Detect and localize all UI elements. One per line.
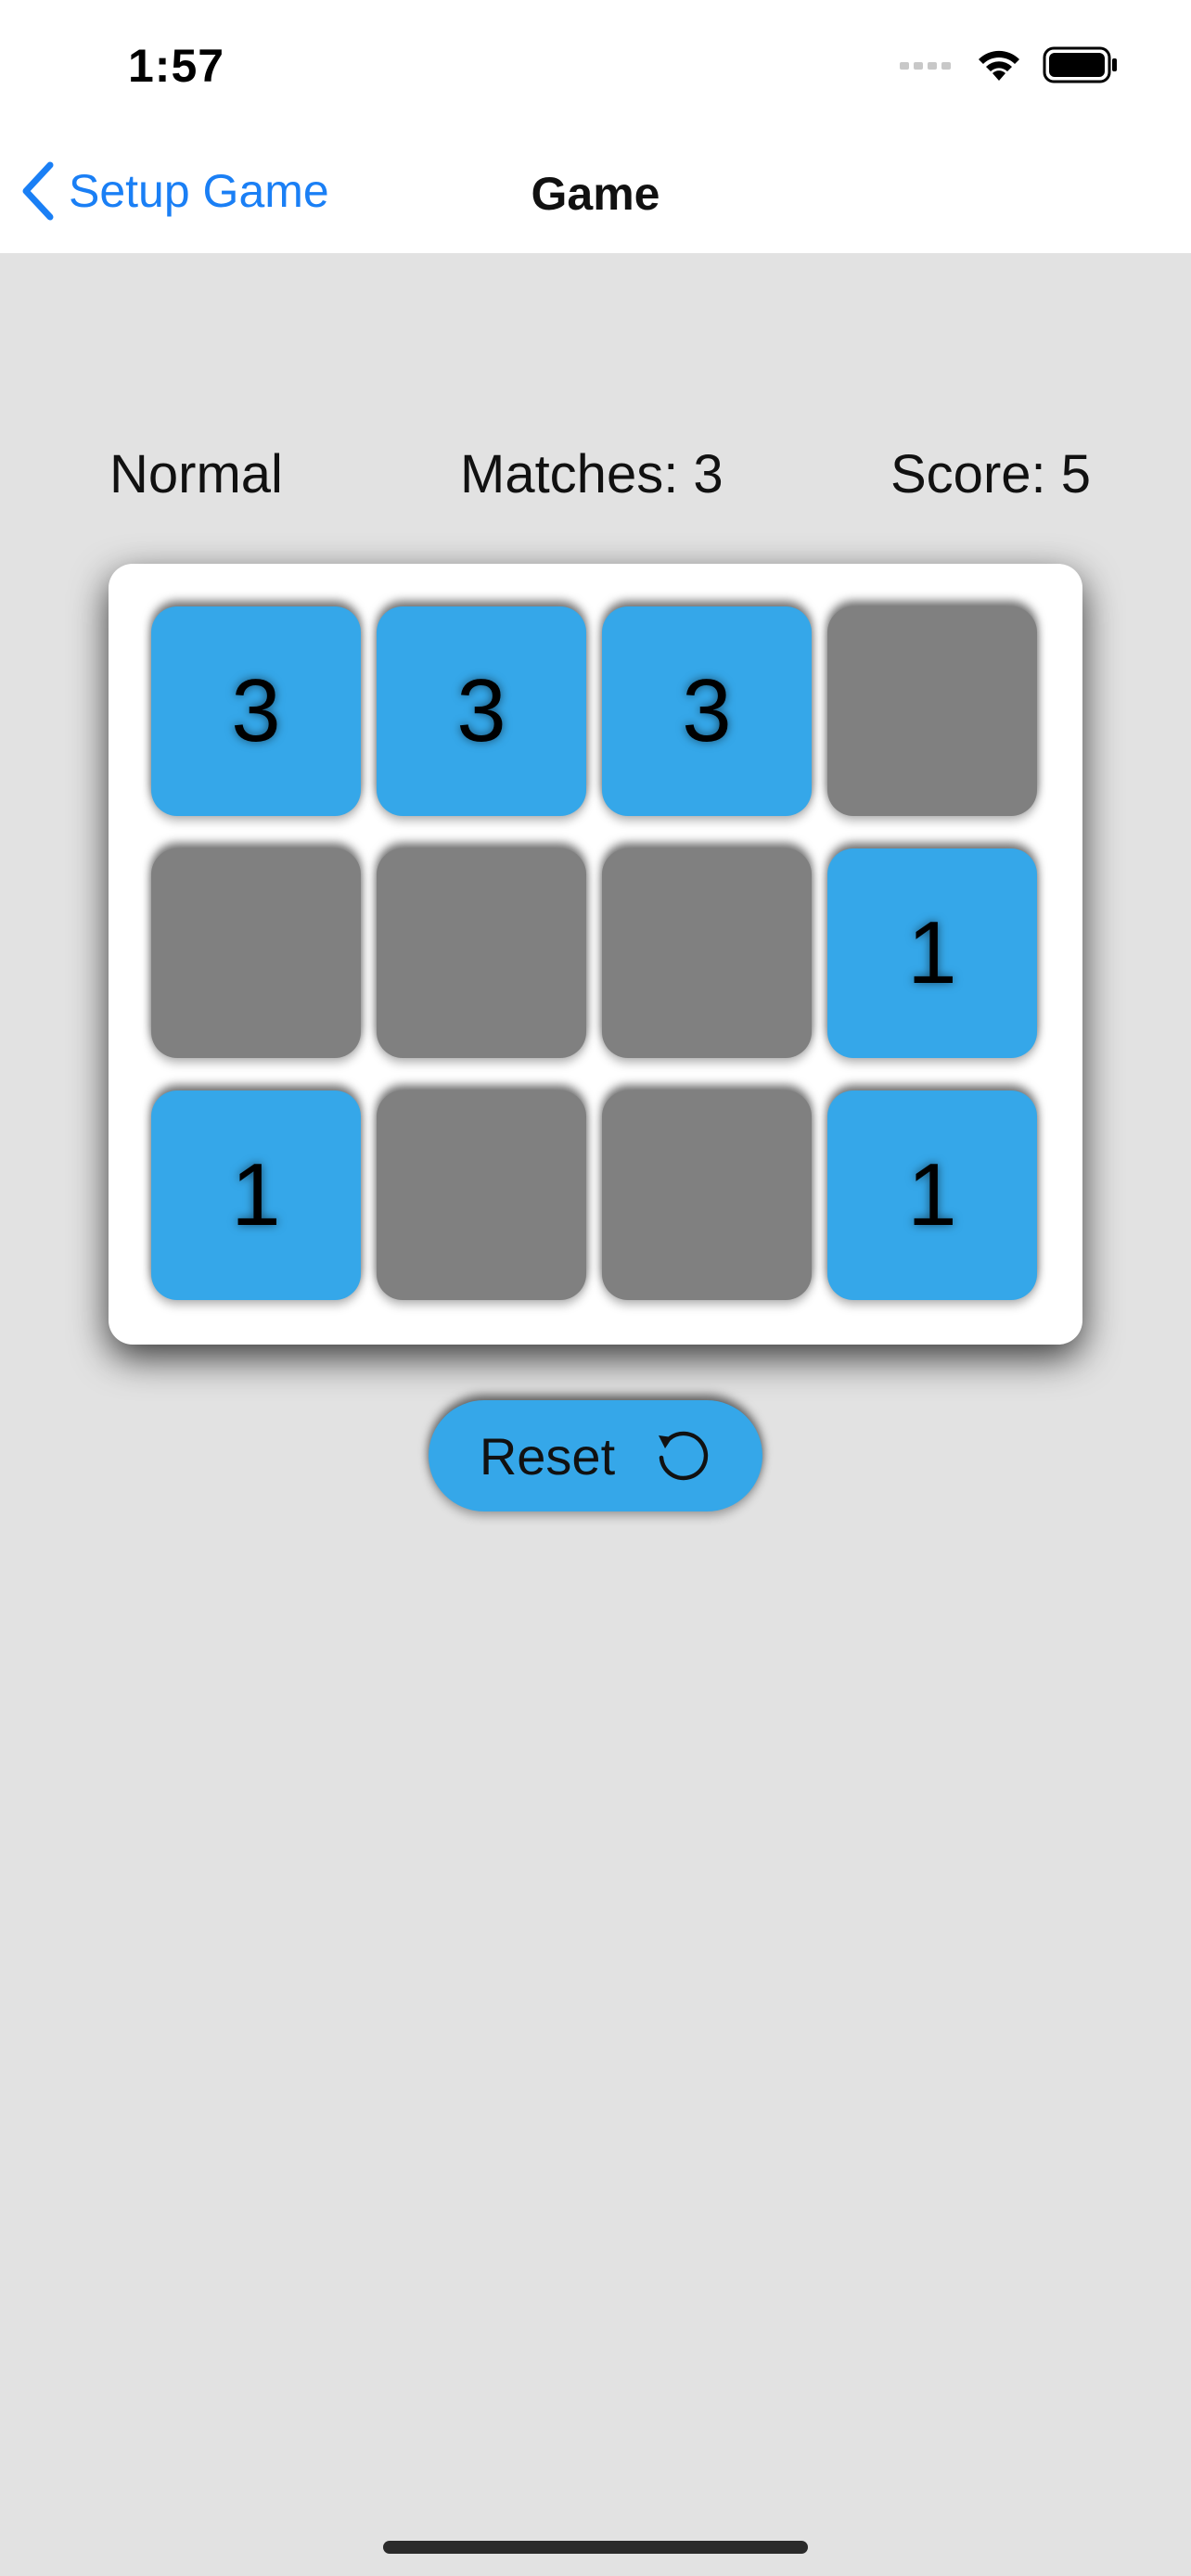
game-tile[interactable]	[377, 1090, 586, 1300]
game-tile[interactable]: 1	[827, 848, 1037, 1058]
tile-value: 1	[231, 1145, 281, 1244]
tile-value: 1	[907, 903, 957, 1002]
reset-button-label: Reset	[479, 1426, 616, 1486]
game-tile[interactable]	[602, 848, 812, 1058]
game-tile[interactable]: 1	[827, 1090, 1037, 1300]
chevron-left-icon	[22, 161, 54, 221]
matches-label: Matches: 3	[460, 444, 724, 504]
home-indicator	[383, 2541, 808, 2554]
game-tile[interactable]: 3	[602, 606, 812, 816]
tile-value: 3	[682, 661, 732, 760]
back-button-label: Setup Game	[69, 165, 329, 217]
tile-value: 3	[231, 661, 281, 760]
game-tile[interactable]	[377, 848, 586, 1058]
game-tile[interactable]: 1	[151, 1090, 361, 1300]
game-tile[interactable]	[827, 606, 1037, 816]
back-button[interactable]: Setup Game	[20, 161, 329, 221]
status-bar: 1:57	[0, 0, 1191, 139]
difficulty-label: Normal	[109, 444, 283, 504]
game-tile[interactable]: 3	[377, 606, 586, 816]
game-tile[interactable]	[602, 1090, 812, 1300]
status-time: 1:57	[128, 40, 225, 92]
navigation-bar: Game Setup Game	[0, 139, 1191, 253]
game-info-row: Normal Matches: 3 Score: 5	[0, 443, 1191, 508]
wifi-icon	[979, 50, 1019, 81]
game-tile[interactable]: 3	[151, 606, 361, 816]
battery-icon	[1043, 46, 1117, 83]
game-board: 3 3 3 1 1 1	[109, 564, 1082, 1345]
tile-value: 3	[456, 661, 506, 760]
tile-value: 1	[907, 1145, 957, 1244]
score-label: Score: 5	[890, 444, 1091, 504]
reset-icon	[659, 1431, 709, 1481]
status-icons	[900, 46, 1119, 83]
reset-button[interactable]: Reset	[429, 1400, 762, 1511]
cellular-icon	[900, 62, 951, 70]
game-tile[interactable]	[151, 848, 361, 1058]
